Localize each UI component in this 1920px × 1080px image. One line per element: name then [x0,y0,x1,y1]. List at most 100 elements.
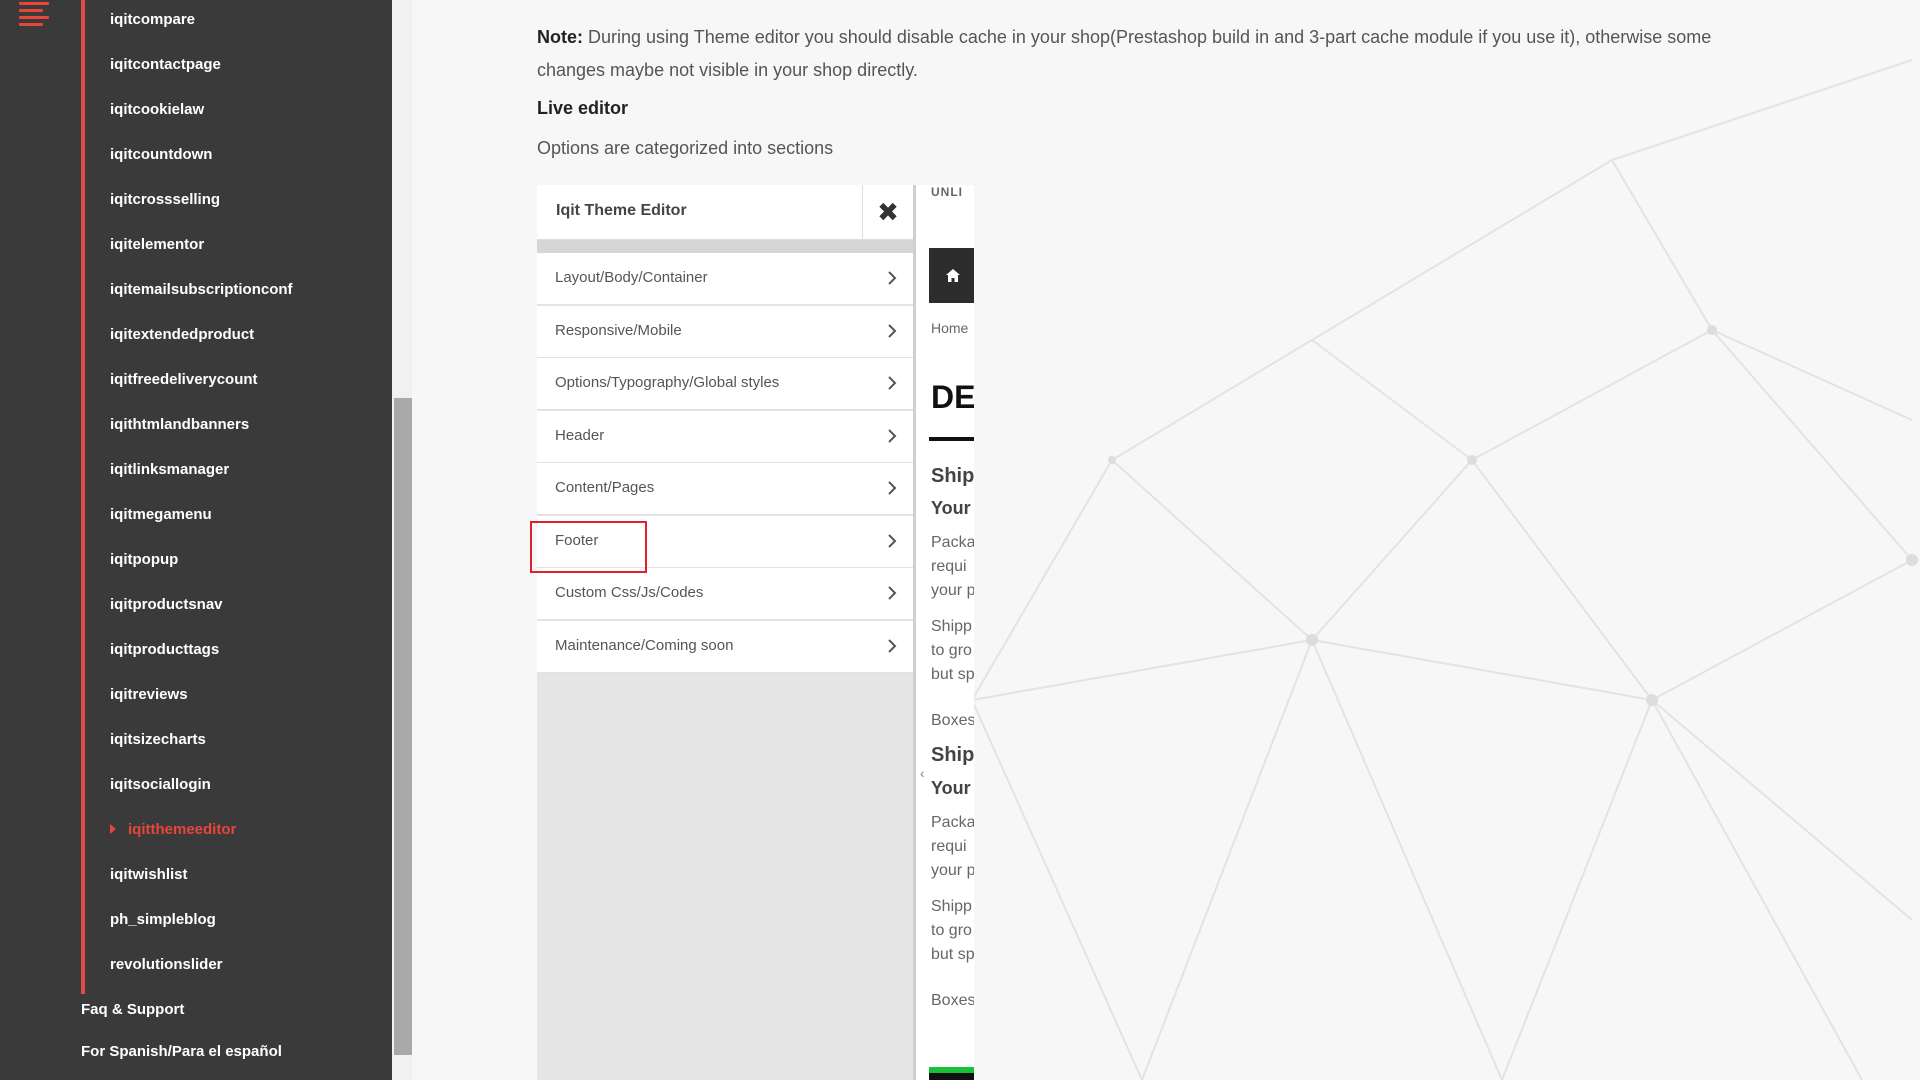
sidebar-item-iqitelementor[interactable]: iqitelementor [110,233,204,257]
preview-breadcrumb[interactable]: Home [931,320,968,336]
sidebar-item-ph_simpleblog[interactable]: ph_simpleblog [110,908,216,932]
sidebar-item-iqithtmlandbanners[interactable]: iqithtmlandbanners [110,413,249,437]
sidebar-item-label: iqitmegamenu [110,506,212,523]
sidebar-item-label: iqitfreedeliverycount [110,371,258,388]
store-preview: UNLI Home DE Ship Your Packa requi your … [913,185,974,1080]
preview-block2-boxes: Boxes [931,992,974,1009]
preview-block2-line: Packa [931,814,974,831]
sidebar-item-label: iqithtmlandbanners [110,416,250,433]
editor-section-label: Layout/Body/Container [555,269,708,286]
chevron-right-icon [888,534,897,548]
editor-section-custom-css-js-codes[interactable]: Custom Css/Js/Codes [537,568,913,620]
editor-section-label: Footer [555,532,599,549]
sidebar: iqitcompare iqitcontactpage iqitcookielaw i… [0,0,392,1080]
sidebar-item-iqitsociallogin[interactable]: iqitsociallogin [110,773,211,797]
preview-block2-line: but sp [931,946,974,963]
sidebar-item-revolutionslider[interactable]: revolutionslider [110,953,223,977]
editor-section-label: Options/Typography/Global styles [555,374,780,391]
live-editor-heading: Live editor [537,98,629,118]
sidebar-item-iqitproducttags[interactable]: iqitproducttags [110,638,219,662]
hamburger-menu-icon[interactable] [19,0,49,26]
sidebar-item-iqitcookielaw[interactable]: iqitcookielaw [110,98,204,122]
theme-editor-screenshot: Iqit Theme Editor ✖ Layout/Body/Containe… [537,185,974,1080]
sidebar-item-label: iqitcrossselling [110,191,221,208]
editor-section-layout-body-container[interactable]: Layout/Body/Container [537,253,913,305]
collapse-panel-icon[interactable]: ‹ [920,765,925,781]
sidebar-item-iqitpopup[interactable]: iqitpopup [110,548,178,572]
editor-section-options-typography-global-styles[interactable]: Options/Typography/Global styles [537,358,913,410]
sidebar-item-iqitmegamenu[interactable]: iqitmegamenu [110,503,212,527]
preview-block1-line: but sp [931,666,974,683]
chevron-right-icon [888,324,897,338]
sidebar-item-label: revolutionslider [110,956,223,973]
sidebar-item-label: iqitsizecharts [110,731,206,748]
sidebar-item-label: iqitcompare [110,11,196,28]
sidebar-item-iqitsizecharts[interactable]: iqitsizecharts [110,728,206,752]
preview-block1-line: Shipp [931,618,972,635]
spanish-docs-link[interactable]: For Spanish/Para el español [81,1040,282,1064]
sidebar-item-label: iqitproductsnav [110,596,223,613]
sidebar-item-iqitproductsnav[interactable]: iqitproductsnav [110,593,223,617]
chevron-right-icon [888,481,897,495]
sidebar-item-iqitcrossselling[interactable]: iqitcrossselling [110,188,220,212]
editor-section-header[interactable]: Header [537,411,913,463]
editor-section-label: Header [555,427,605,444]
chevron-right-icon [888,271,897,285]
preview-block2-line: Shipp [931,898,972,915]
editor-section-label: Responsive/Mobile [555,322,682,339]
sidebar-item-label: iqitlinksmanager [110,461,230,478]
home-icon[interactable] [929,248,974,303]
faq-support-link[interactable]: Faq & Support [81,998,184,1022]
editor-section-label: Custom Css/Js/Codes [555,584,704,601]
editor-header: Iqit Theme Editor ✖ [537,185,913,240]
sidebar-item-iqitlinksmanager[interactable]: iqitlinksmanager [110,458,229,482]
sidebar-item-iqitfreedeliverycount[interactable]: iqitfreedeliverycount [110,368,258,392]
editor-section-label: Maintenance/Coming soon [555,637,734,654]
sidebar-item-label: iqitproducttags [110,641,220,658]
sidebar-scrollbar-thumb[interactable] [394,398,412,1055]
sidebar-item-label: iqitemailsubscriptionconf [110,281,293,298]
sidebar-item-iqitemailsubscriptionconf[interactable]: iqitemailsubscriptionconf [110,278,293,302]
preview-block1-title: Ship [931,465,974,487]
editor-section-maintenance-coming-soon[interactable]: Maintenance/Coming soon [537,621,913,673]
close-icon[interactable]: ✖ [862,185,913,240]
theme-editor-panel: Iqit Theme Editor ✖ Layout/Body/Containe… [537,185,913,1080]
sidebar-item-label: iqitsociallogin [110,776,211,793]
preview-block1-sub: Your [931,498,971,518]
preview-divider [913,185,916,1080]
preview-block1-line: your p [931,582,974,599]
sidebar-item-iqitcontactpage[interactable]: iqitcontactpage [110,53,221,77]
chevron-right-icon [888,639,897,653]
sidebar-item-label: iqitcookielaw [110,101,205,118]
editor-section-footer[interactable]: Footer [537,516,913,568]
chevron-right-icon [888,376,897,390]
preview-block2-title: Ship [931,744,974,766]
sidebar-item-label: iqitextendedproduct [110,326,255,343]
sidebar-item-iqitreviews[interactable]: iqitreviews [110,683,188,707]
note-text-1: During using Theme editor you should dis… [583,27,1712,47]
preview-block2-line: your p [931,862,974,879]
editor-section-content-pages[interactable]: Content/Pages [537,463,913,515]
sidebar-item-label: iqitthemeeditor [128,821,237,838]
sidebar-item-iqitwishlist[interactable]: iqitwishlist [110,863,188,887]
sidebar-item-label: iqitreviews [110,686,188,703]
chevron-right-icon [888,429,897,443]
note-paragraph-line1: Note: During using Theme editor you shou… [537,27,1711,48]
sidebar-item-iqitcountdown[interactable]: iqitcountdown [110,143,212,167]
preview-block1-line: to gro [931,642,972,659]
preview-block2-line: to gro [931,922,972,939]
sidebar-item-iqitthemeeditor[interactable]: iqitthemeeditor [110,818,236,842]
editor-section-label: Content/Pages [555,479,655,496]
editor-section-responsive-mobile[interactable]: Responsive/Mobile [537,306,913,358]
sidebar-item-label: iqitpopup [110,551,179,568]
sidebar-item-iqitextendedproduct[interactable]: iqitextendedproduct [110,323,254,347]
active-section-indicator [81,0,85,994]
sidebar-item-iqitcompare[interactable]: iqitcompare [110,8,195,32]
editor-title: Iqit Theme Editor [556,202,687,219]
preview-top-text: UNLI [931,185,963,199]
header-separator [537,240,913,253]
sidebar-item-label: iqitcontactpage [110,56,221,73]
sidebar-item-label: iqitwishlist [110,866,188,883]
preview-block1-line: Packa [931,534,974,551]
note-text-2: changes maybe not visible in your shop d… [537,60,918,80]
